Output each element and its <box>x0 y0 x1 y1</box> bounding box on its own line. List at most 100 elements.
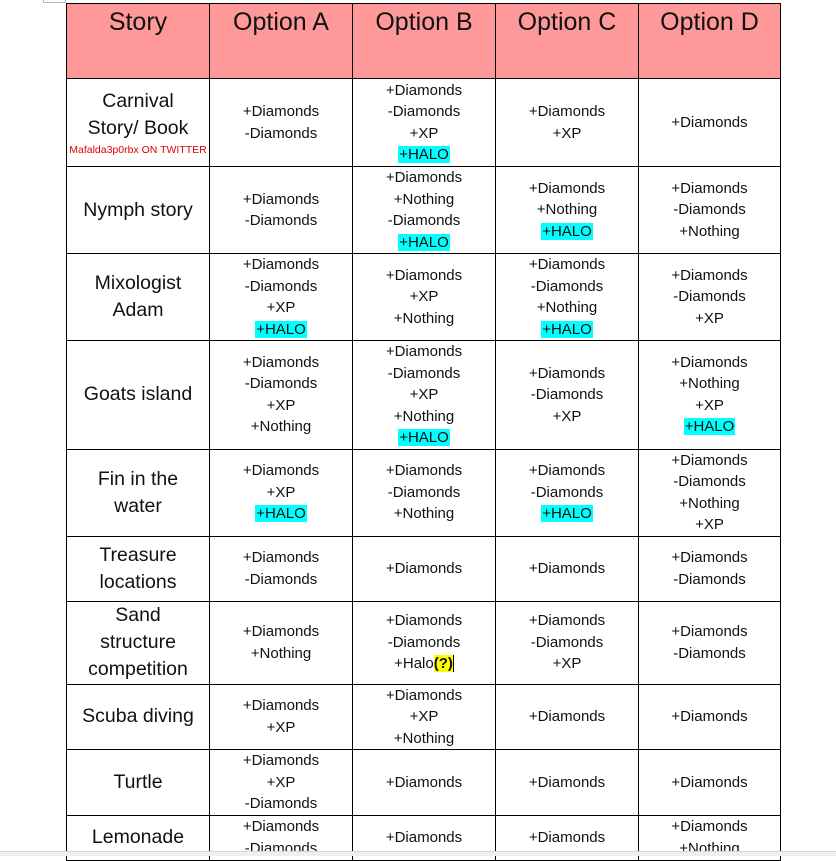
reward-line: +Diamonds <box>242 256 320 273</box>
reward-line: +Diamonds <box>671 113 748 131</box>
option-cell-d: +Diamonds -Diamonds +Nothing <box>638 166 781 254</box>
reward-line: +HALO <box>355 427 493 449</box>
reward-line: +Diamonds <box>242 190 320 208</box>
reward-line: +Diamonds <box>528 103 606 120</box>
option-cell-d: +Diamonds -Diamonds <box>638 535 781 602</box>
document-corner-marker <box>43 0 66 3</box>
option-cell-a: +Diamonds -Diamonds <box>209 78 353 167</box>
reward-line: +HALO <box>212 503 350 525</box>
story-name-cell: Carnival Story/ Book Mafalda3p0rbx ON TWI… <box>66 78 210 167</box>
story-options-table: Story Option A Option B Option C Option … <box>66 3 781 861</box>
table-row: Carnival Story/ Book Mafalda3p0rbx ON TWI… <box>66 78 781 167</box>
reward-line: +Diamonds <box>671 773 748 791</box>
option-cell-b: +Diamonds +Nothing -Diamonds +HALO <box>352 166 496 254</box>
reward-line: -Diamonds <box>387 364 461 382</box>
reward-line: +Diamonds <box>671 623 748 640</box>
reward-line: +HALO <box>355 232 493 254</box>
reward-line: -Diamonds <box>673 473 746 490</box>
option-cell-c: +Diamonds -Diamonds +Nothing +HALO <box>495 253 639 341</box>
reward-line: +Diamonds <box>528 559 606 577</box>
halo-highlight: +HALO <box>398 233 450 251</box>
option-cell-a: +Diamonds +XP <box>209 683 353 750</box>
reward-line: -Diamonds <box>244 277 318 295</box>
reward-line: +XP <box>266 718 296 736</box>
reward-line: +Nothing <box>393 309 455 327</box>
option-cell-d: +Diamonds -Diamonds +Nothing +XP <box>638 448 781 537</box>
reward-line: +Diamonds <box>671 266 748 284</box>
table-row: Mixologist Adam +Diamonds -Diamonds +XP +HAL… <box>66 253 781 341</box>
header-story: Story <box>66 3 210 79</box>
halo-highlight: +HALO <box>541 320 593 338</box>
table-row: Fin in the water +Diamonds +XP +HALO +Diamon… <box>66 448 781 537</box>
reward-line: +Nothing <box>679 494 740 512</box>
reward-line: +XP <box>695 516 724 533</box>
option-cell-c: +Diamonds <box>495 683 639 750</box>
reward-line: -Diamonds <box>387 103 461 120</box>
reward-line: +Diamonds <box>242 623 320 640</box>
bottom-edge <box>0 851 836 856</box>
reward-line: +XP <box>409 386 439 403</box>
story-name: Carnival Story/ Book <box>87 90 189 139</box>
table-row: Sand structure competition +Diamonds +Noth… <box>66 600 781 685</box>
reward-line: -Diamonds <box>530 277 604 295</box>
reward-line: +Diamonds <box>242 818 320 835</box>
option-cell-c: +Diamonds -Diamonds +XP <box>495 340 639 450</box>
reward-line: +HALO <box>641 416 778 438</box>
option-cell-c: +Diamonds <box>495 535 639 602</box>
reward-line: +Diamonds <box>385 343 463 360</box>
option-cell-c: +Diamonds -Diamonds +XP <box>495 600 639 685</box>
uncertain-marker: (?) <box>433 655 454 673</box>
reward-line: -Diamonds <box>244 212 318 229</box>
option-cell-d: +Diamonds +Nothing +XP +HALO <box>638 340 781 450</box>
option-cell-c: +Diamonds +XP <box>495 78 639 167</box>
reward-line: +HALO <box>355 144 493 166</box>
reward-line: +XP <box>266 483 296 501</box>
reward-line: +Diamonds <box>385 169 463 186</box>
reward-line: +Nothing <box>393 505 455 523</box>
reward-line: +Nothing <box>536 201 598 219</box>
option-cell-c: +Diamonds -Diamonds +HALO <box>495 448 639 537</box>
story-name-cell: Scuba diving <box>66 683 210 750</box>
option-cell-b: +Diamonds -Diamonds +Nothing <box>352 448 496 537</box>
reward-line: +Nothing <box>250 418 312 436</box>
reward-line: +Diamonds <box>385 81 463 99</box>
halo-highlight: +HALO <box>398 146 450 163</box>
option-cell-d: +Diamonds -Diamonds +XP <box>638 253 781 341</box>
reward-line: -Diamonds <box>244 795 318 812</box>
reward-line: +Diamonds <box>528 708 606 725</box>
reward-line: +XP <box>409 708 439 725</box>
story-name: Lemonade <box>91 826 185 848</box>
credit-text: Mafalda3p0rbx ON TWITTER <box>69 144 207 156</box>
option-cell-d: +Diamonds <box>638 78 781 167</box>
reward-line: +XP <box>266 773 296 791</box>
reward-line: -Diamonds <box>244 124 318 142</box>
story-name: Scuba diving <box>82 705 194 728</box>
table-row: Turtle +Diamonds +XP -Diamonds +Diamonds +Dia… <box>66 749 781 816</box>
reward-line: -Diamonds <box>244 570 318 588</box>
story-name: Fin in the water <box>97 467 179 517</box>
option-cell-b: +Diamonds +XP +Nothing <box>352 253 496 341</box>
reward-text: +Halo <box>394 655 434 673</box>
reward-line: +XP <box>695 309 724 327</box>
option-cell-a: +Diamonds -Diamonds +XP +HALO <box>209 253 353 341</box>
story-name-cell: Treasure locations <box>66 535 210 602</box>
header-option-c: Option C <box>495 3 639 79</box>
reward-line: +Diamonds <box>385 773 463 791</box>
reward-line: -Diamonds <box>673 644 746 662</box>
option-cell-a: +Diamonds -Diamonds +XP +Nothing <box>209 340 353 450</box>
reward-line: +HALO <box>498 503 636 525</box>
story-name-cell: Fin in the water <box>66 448 210 537</box>
story-name-cell: Turtle <box>66 749 210 816</box>
option-cell-a: +Diamonds +Nothing <box>209 600 353 685</box>
story-name-cell: Sand structure competition <box>66 600 210 685</box>
option-cell-b: +Diamonds +XP +Nothing <box>352 683 496 750</box>
reward-line: -Diamonds <box>387 212 461 229</box>
reward-line: +Diamonds <box>528 256 606 273</box>
table-row: Treasure locations +Diamonds -Diamonds +Dia… <box>66 535 781 602</box>
reward-line: +Diamonds <box>671 549 748 566</box>
reward-line: -Diamonds <box>530 483 604 501</box>
option-cell-b: +Diamonds <box>352 535 496 602</box>
table-row: Nymph story +Diamonds -Diamonds +Diamonds +N… <box>66 166 781 254</box>
option-cell-a: +Diamonds -Diamonds <box>209 535 353 602</box>
reward-line: +XP <box>266 396 296 414</box>
